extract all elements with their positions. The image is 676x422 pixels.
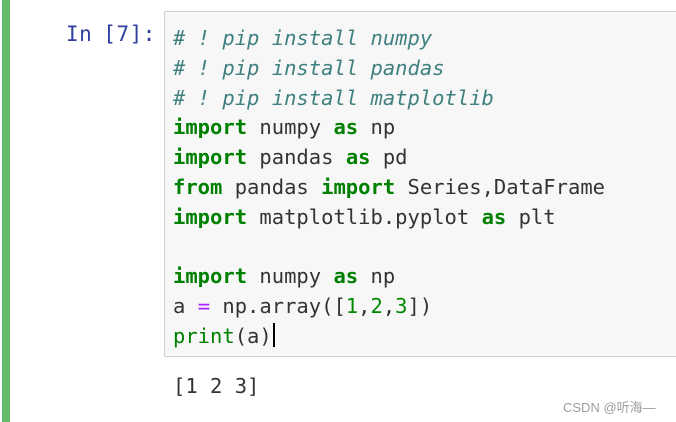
code-token: numpy — [247, 264, 334, 289]
code-token: pd — [370, 145, 408, 170]
code-line[interactable]: import numpy as np — [173, 113, 605, 143]
code-token: as — [481, 204, 507, 229]
code-token: # ! pip install matplotlib — [173, 85, 494, 110]
code-token: numpy — [247, 115, 334, 140]
code-token: = — [197, 294, 211, 319]
code-token: print — [173, 323, 235, 348]
code-token: , — [358, 294, 371, 319]
cell-output: [1 2 3] — [173, 374, 260, 398]
code-token: import — [173, 204, 248, 229]
code-token: import — [321, 174, 396, 199]
code-line[interactable]: import numpy as np — [173, 262, 605, 292]
code-token: , — [382, 294, 396, 319]
cell-selection-bar — [2, 0, 10, 422]
code-token: pandas — [247, 145, 346, 170]
code-token: import — [173, 115, 248, 140]
code-token: import — [173, 264, 248, 289]
code-line[interactable]: # ! pip install pandas — [173, 54, 605, 84]
code-token: from — [173, 174, 223, 199]
code-token: import — [173, 145, 248, 170]
code-token: pandas — [222, 174, 322, 199]
code-line[interactable]: print(a) — [173, 322, 605, 352]
code-line[interactable]: import pandas as pd — [173, 143, 605, 173]
code-token: 3 — [395, 294, 408, 319]
code-line[interactable]: a = np.array([1,2,3]) — [173, 292, 605, 322]
code-line[interactable]: from pandas import Series,DataFrame — [173, 173, 605, 203]
watermark: CSDN @听海— — [563, 400, 656, 415]
code-token: 1 — [345, 294, 359, 319]
code-token: np — [358, 264, 396, 289]
code-token: 2 — [370, 294, 383, 319]
code-token: as — [333, 264, 359, 289]
input-prompt: In [7]: — [66, 22, 156, 46]
code-line[interactable]: # ! pip install matplotlib — [173, 84, 605, 114]
code-token: Series,DataFrame — [395, 174, 606, 199]
text-cursor — [272, 322, 275, 347]
code-token: a — [173, 294, 198, 319]
code-area[interactable]: # ! pip install numpy # ! pip install pan… — [173, 24, 605, 352]
code-token: np — [358, 115, 396, 140]
code-token: plt — [506, 204, 556, 229]
notebook-cell[interactable]: In [7]: # ! pip install numpy # ! pip inst… — [0, 0, 676, 422]
code-token: # ! pip install pandas — [173, 55, 445, 80]
code-token: (a) — [234, 323, 272, 348]
code-editor[interactable]: # ! pip install numpy # ! pip install pan… — [164, 11, 676, 357]
prompt-label: In — [66, 22, 93, 46]
code-line[interactable]: # ! pip install numpy — [173, 24, 605, 54]
code-line[interactable]: import matplotlib.pyplot as plt — [173, 203, 605, 233]
code-token: ]) — [407, 294, 433, 319]
code-token: as — [345, 145, 371, 170]
code-token: matplotlib.pyplot — [247, 204, 482, 229]
code-line[interactable] — [173, 233, 605, 263]
prompt-number: [7]: — [103, 22, 156, 46]
code-token: np.array([ — [210, 294, 346, 319]
code-token: as — [333, 115, 359, 140]
code-token: # ! pip install numpy — [173, 26, 433, 50]
